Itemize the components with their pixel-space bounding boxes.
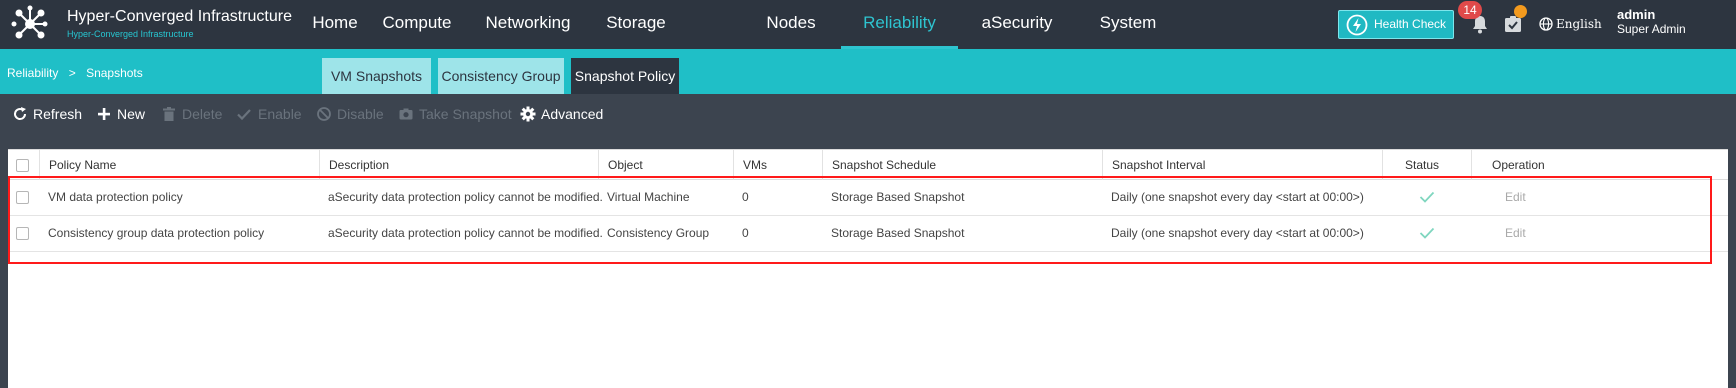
row-checkbox[interactable] <box>16 227 29 240</box>
column-divider <box>39 150 40 180</box>
take-snapshot-label: Take Snapshot <box>419 106 512 122</box>
column-header-status: Status <box>1405 158 1440 172</box>
checkmark-icon <box>237 109 251 121</box>
table-row[interactable]: Consistency group data protection policy… <box>8 216 1728 252</box>
column-divider <box>1471 150 1472 180</box>
edit-link[interactable]: Edit <box>1505 216 1526 251</box>
table-row[interactable]: VM data protection policy aSecurity data… <box>8 180 1728 216</box>
column-divider <box>1102 150 1103 180</box>
user-name[interactable]: admin <box>1617 7 1655 22</box>
column-divider <box>598 150 599 180</box>
app-subtitle: Hyper-Converged Infrastructure <box>67 29 194 39</box>
disable-label: Disable <box>337 106 384 122</box>
table-header: Policy Name Description Object VMs Snaps… <box>8 149 1728 180</box>
globe-icon <box>1539 17 1553 31</box>
cell-description: aSecurity data protection policy cannot … <box>328 226 603 240</box>
nav-compute[interactable]: Compute <box>374 0 460 49</box>
cell-policy-name: VM data protection policy <box>48 190 183 204</box>
column-header-policy-name[interactable]: Policy Name <box>49 150 116 180</box>
top-navigation-bar: Hyper-Converged Infrastructure Hyper-Con… <box>0 0 1736 49</box>
breadcrumb: Reliability > Snapshots <box>7 66 143 80</box>
cell-vms: 0 <box>742 226 749 240</box>
policy-table: Policy Name Description Object VMs Snaps… <box>8 149 1728 388</box>
heartbeat-icon <box>1346 14 1368 36</box>
tab-vm-snapshots[interactable]: VM Snapshots <box>322 58 431 94</box>
molecule-logo-icon <box>11 5 48 39</box>
column-divider <box>319 150 320 180</box>
tab-snapshot-policy[interactable]: Snapshot Policy <box>571 58 679 94</box>
notification-badge: 14 <box>1458 1 1482 19</box>
delete-button[interactable]: Delete <box>161 94 223 134</box>
cell-object: Virtual Machine <box>607 190 690 204</box>
user-role: Super Admin <box>1617 22 1686 36</box>
content-area: Policy Name Description Object VMs Snaps… <box>0 134 1736 388</box>
new-label: New <box>117 106 146 122</box>
cell-vms: 0 <box>742 190 749 204</box>
column-header-snapshot-schedule[interactable]: Snapshot Schedule <box>832 150 936 180</box>
cell-object: Consistency Group <box>607 226 710 240</box>
breadcrumb-item-snapshots: Snapshots <box>86 66 143 80</box>
nav-reliability-label: Reliability <box>863 13 936 32</box>
nav-networking[interactable]: Networking <box>478 0 578 49</box>
cell-interval: Daily (one snapshot every day <start at … <box>1111 190 1364 204</box>
new-button[interactable]: New <box>96 94 148 134</box>
gear-icon <box>520 106 536 122</box>
refresh-label: Refresh <box>33 106 83 122</box>
advanced-button[interactable]: Advanced <box>520 94 604 134</box>
cell-schedule: Storage Based Snapshot <box>831 190 965 204</box>
column-header-vms[interactable]: VMs <box>743 150 767 180</box>
column-header-description[interactable]: Description <box>329 150 389 180</box>
disable-button[interactable]: Disable <box>316 94 384 134</box>
column-divider <box>733 150 734 180</box>
action-toolbar: Refresh New Delete Enable Disable Take S… <box>0 94 1736 134</box>
cell-schedule: Storage Based Snapshot <box>831 226 965 240</box>
column-divider <box>822 150 823 180</box>
column-header-snapshot-interval[interactable]: Snapshot Interval <box>1112 150 1205 180</box>
refresh-icon <box>14 107 27 120</box>
plus-icon <box>98 108 110 120</box>
take-snapshot-button[interactable]: Take Snapshot <box>398 94 512 134</box>
cell-description: aSecurity data protection policy cannot … <box>328 190 603 204</box>
tab-consistency-group[interactable]: Consistency Group <box>438 58 564 94</box>
ban-icon <box>317 107 331 121</box>
sub-header-bar: Reliability > Snapshots VM Snapshots Con… <box>0 49 1736 94</box>
enable-button[interactable]: Enable <box>236 94 302 134</box>
row-checkbox[interactable] <box>16 191 29 204</box>
enable-label: Enable <box>258 106 302 122</box>
breadcrumb-item-reliability[interactable]: Reliability <box>7 66 58 80</box>
delete-label: Delete <box>182 106 223 122</box>
nav-storage[interactable]: Storage <box>596 0 676 49</box>
select-all-checkbox[interactable] <box>16 159 29 172</box>
nav-home[interactable]: Home <box>300 0 370 49</box>
column-divider <box>1382 150 1383 180</box>
breadcrumb-separator: > <box>68 66 76 80</box>
edit-link[interactable]: Edit <box>1505 180 1526 215</box>
trash-icon <box>163 107 175 121</box>
app-title: Hyper-Converged Infrastructure <box>67 8 292 25</box>
nav-nodes[interactable]: Nodes <box>758 0 824 49</box>
health-check-label: Health Check <box>1374 17 1447 31</box>
nav-asecurity[interactable]: aSecurity <box>974 0 1060 49</box>
language-selector[interactable]: English <box>1556 17 1602 31</box>
column-header-operation: Operation <box>1492 158 1545 172</box>
column-header-object[interactable]: Object <box>608 150 643 180</box>
cell-interval: Daily (one snapshot every day <start at … <box>1111 226 1364 240</box>
nav-reliability[interactable]: Reliability <box>841 0 958 49</box>
advanced-label: Advanced <box>541 106 604 122</box>
camera-icon <box>399 108 413 120</box>
nav-system[interactable]: System <box>1090 0 1166 49</box>
health-check-button[interactable]: Health Check <box>1338 10 1454 39</box>
checkmark-icon <box>1419 227 1435 239</box>
checkmark-icon <box>1419 191 1435 203</box>
cell-policy-name: Consistency group data protection policy <box>48 226 265 240</box>
task-status-dot <box>1514 5 1527 18</box>
refresh-button[interactable]: Refresh <box>12 94 82 134</box>
